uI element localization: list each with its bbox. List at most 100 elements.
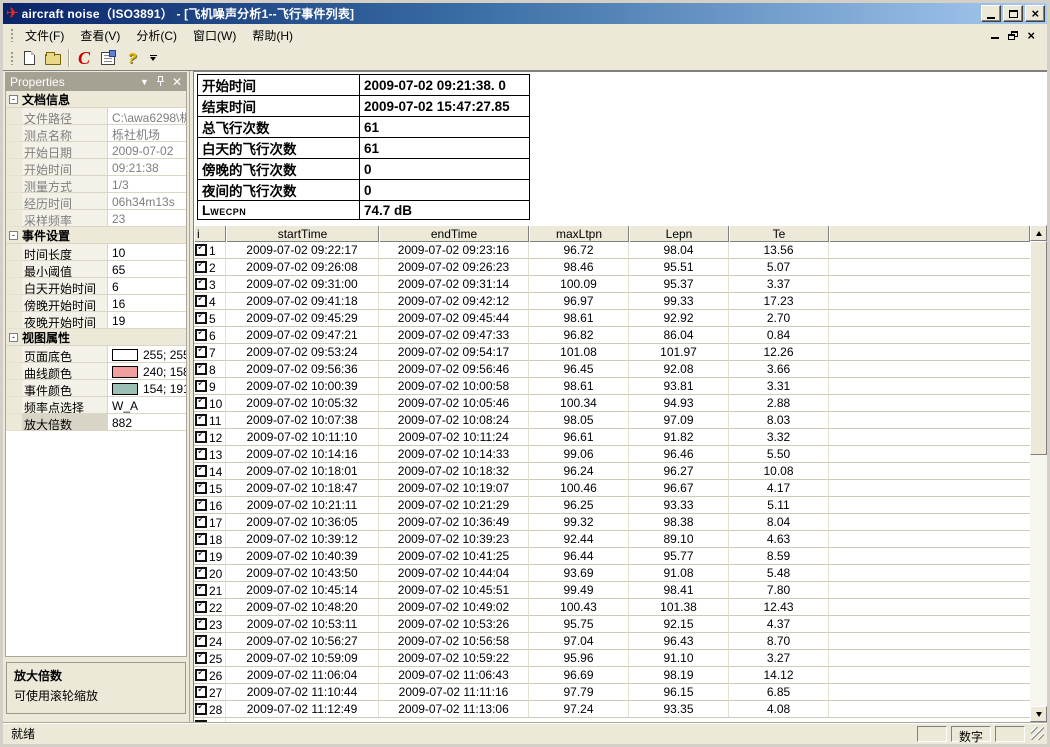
checkbox-checked-icon[interactable]	[195, 465, 207, 477]
table-row[interactable]: 52009-07-02 09:45:292009-07-02 09:45:449…	[194, 310, 1030, 327]
table-row[interactable]: 152009-07-02 10:18:472009-07-02 10:19:07…	[194, 480, 1030, 497]
property-row[interactable]: 事件颜色154; 191; 18	[6, 380, 186, 397]
property-value[interactable]: 2009-07-02	[108, 142, 186, 159]
calibration-button[interactable]: C	[72, 47, 96, 69]
collapse-icon[interactable]: -	[9, 95, 18, 104]
property-row[interactable]: 测量方式1/3	[6, 176, 186, 193]
checkbox-checked-icon[interactable]	[195, 652, 207, 664]
property-row[interactable]: 白天开始时间6	[6, 278, 186, 295]
checkbox-checked-icon[interactable]	[195, 635, 207, 647]
toolbar-grip-handle[interactable]	[10, 51, 14, 65]
mdi-minimize-button[interactable]	[991, 31, 999, 39]
property-row[interactable]: 最小阈值65	[6, 261, 186, 278]
table-row[interactable]: 132009-07-02 10:14:162009-07-02 10:14:33…	[194, 446, 1030, 463]
property-row[interactable]: 夜晚开始时间19	[6, 312, 186, 329]
property-row[interactable]: 曲线颜色240; 158; 15	[6, 363, 186, 380]
table-row[interactable]: 142009-07-02 10:18:012009-07-02 10:18:32…	[194, 463, 1030, 480]
table-row[interactable]: 82009-07-02 09:56:362009-07-02 09:56:469…	[194, 361, 1030, 378]
help-button[interactable]: ?	[120, 47, 144, 69]
checkbox-checked-icon[interactable]	[195, 329, 207, 341]
table-row[interactable]: 172009-07-02 10:36:052009-07-02 10:36:49…	[194, 514, 1030, 531]
property-category[interactable]: -视图属性	[6, 329, 186, 346]
table-row[interactable]: 272009-07-02 11:10:442009-07-02 11:11:16…	[194, 684, 1030, 701]
minimize-button[interactable]	[981, 5, 1001, 22]
table-row[interactable]: 242009-07-02 10:56:272009-07-02 10:56:58…	[194, 633, 1030, 650]
checkbox-checked-icon[interactable]	[195, 584, 207, 596]
table-row[interactable]: 222009-07-02 10:48:202009-07-02 10:49:02…	[194, 599, 1030, 616]
property-value[interactable]: 1/3	[108, 176, 186, 193]
table-row[interactable]: 202009-07-02 10:43:502009-07-02 10:44:04…	[194, 565, 1030, 582]
property-value[interactable]: 240; 158; 15	[108, 363, 186, 380]
checkbox-checked-icon[interactable]	[195, 499, 207, 511]
property-value[interactable]: C:\awa6298\机场	[108, 108, 186, 125]
mdi-restore-button[interactable]	[1008, 31, 1018, 40]
maximize-button[interactable]	[1003, 5, 1023, 22]
column-header-startTime[interactable]: startTime	[226, 225, 379, 242]
table-row[interactable]: 252009-07-02 10:59:092009-07-02 10:59:22…	[194, 650, 1030, 667]
table-row[interactable]: 92009-07-02 10:00:392009-07-02 10:00:589…	[194, 378, 1030, 395]
table-row[interactable]: 122009-07-02 10:11:102009-07-02 10:11:24…	[194, 429, 1030, 446]
panel-menu-chevron-icon[interactable]: ▼	[140, 77, 149, 87]
table-row[interactable]: 212009-07-02 10:45:142009-07-02 10:45:51…	[194, 582, 1030, 599]
column-header-Te[interactable]: Te	[729, 225, 829, 242]
property-value[interactable]: 65	[108, 261, 186, 278]
checkbox-checked-icon[interactable]	[195, 414, 207, 426]
table-row[interactable]: 232009-07-02 10:53:112009-07-02 10:53:26…	[194, 616, 1030, 633]
menu-item[interactable]: 分析(C)	[128, 25, 185, 46]
property-value[interactable]: 16	[108, 295, 186, 312]
table-row[interactable]: 42009-07-02 09:41:182009-07-02 09:42:129…	[194, 293, 1030, 310]
new-document-button[interactable]	[17, 47, 41, 69]
column-header-maxLtpn[interactable]: maxLtpn	[529, 225, 629, 242]
table-row[interactable]: 72009-07-02 09:53:242009-07-02 09:54:171…	[194, 344, 1030, 361]
property-value[interactable]: 栎社机场	[108, 125, 186, 142]
menu-item[interactable]: 帮助(H)	[244, 25, 301, 46]
checkbox-checked-icon[interactable]	[195, 550, 207, 562]
checkbox-checked-icon[interactable]	[195, 431, 207, 443]
checkbox-checked-icon[interactable]	[195, 261, 207, 273]
mdi-close-button[interactable]: ×	[1027, 31, 1035, 40]
checkbox-checked-icon[interactable]	[195, 448, 207, 460]
table-row[interactable]: 102009-07-02 10:05:322009-07-02 10:05:46…	[194, 395, 1030, 412]
resize-grip[interactable]	[1031, 727, 1044, 740]
scroll-up-button[interactable]	[1030, 225, 1047, 241]
menu-item[interactable]: 文件(F)	[17, 25, 72, 46]
table-row[interactable]: 182009-07-02 10:39:122009-07-02 10:39:23…	[194, 531, 1030, 548]
table-row[interactable]: 262009-07-02 11:06:042009-07-02 11:06:43…	[194, 667, 1030, 684]
property-value[interactable]: 06h34m13s	[108, 193, 186, 210]
property-value[interactable]: W_A	[108, 397, 186, 414]
scroll-down-button[interactable]	[1030, 706, 1047, 722]
table-row[interactable]: 32009-07-02 09:31:002009-07-02 09:31:141…	[194, 276, 1030, 293]
checkbox-checked-icon[interactable]	[195, 516, 207, 528]
column-header-i[interactable]: i	[194, 225, 226, 242]
checkbox-checked-icon[interactable]	[195, 346, 207, 358]
menu-item[interactable]: 查看(V)	[72, 25, 128, 46]
checkbox-checked-icon[interactable]	[195, 567, 207, 579]
property-row[interactable]: 时间长度10	[6, 244, 186, 261]
property-row[interactable]: 文件路径C:\awa6298\机场	[6, 108, 186, 125]
property-value[interactable]: 19	[108, 312, 186, 329]
table-row[interactable]: 112009-07-02 10:07:382009-07-02 10:08:24…	[194, 412, 1030, 429]
toolbar-options-button[interactable]	[146, 55, 160, 61]
property-value[interactable]: 09:21:38	[108, 159, 186, 176]
table-row[interactable]: 12009-07-02 09:22:172009-07-02 09:23:169…	[194, 242, 1030, 259]
menu-item[interactable]: 窗口(W)	[185, 25, 244, 46]
checkbox-checked-icon[interactable]	[195, 533, 207, 545]
property-row[interactable]: 开始时间09:21:38	[6, 159, 186, 176]
checkbox-checked-icon[interactable]	[195, 669, 207, 681]
property-value[interactable]: 255; 255; 25	[108, 346, 186, 363]
close-button[interactable]: ×	[1025, 5, 1045, 22]
property-category[interactable]: -事件设置	[6, 227, 186, 244]
property-value[interactable]: 10	[108, 244, 186, 261]
checkbox-checked-icon[interactable]	[195, 363, 207, 375]
checkbox-checked-icon[interactable]	[195, 482, 207, 494]
property-row[interactable]: 经历时间06h34m13s	[6, 193, 186, 210]
menubar-grip-handle[interactable]	[10, 28, 14, 42]
property-row[interactable]: 页面底色255; 255; 25	[6, 346, 186, 363]
property-row[interactable]: 放大倍数882	[6, 414, 186, 431]
table-row[interactable]: 192009-07-02 10:40:392009-07-02 10:41:25…	[194, 548, 1030, 565]
collapse-icon[interactable]: -	[9, 333, 18, 342]
table-row[interactable]: 22009-07-02 09:26:082009-07-02 09:26:239…	[194, 259, 1030, 276]
property-row[interactable]: 测点名称栎社机场	[6, 125, 186, 142]
vertical-scrollbar[interactable]	[1030, 225, 1047, 722]
property-value[interactable]: 23	[108, 210, 186, 227]
